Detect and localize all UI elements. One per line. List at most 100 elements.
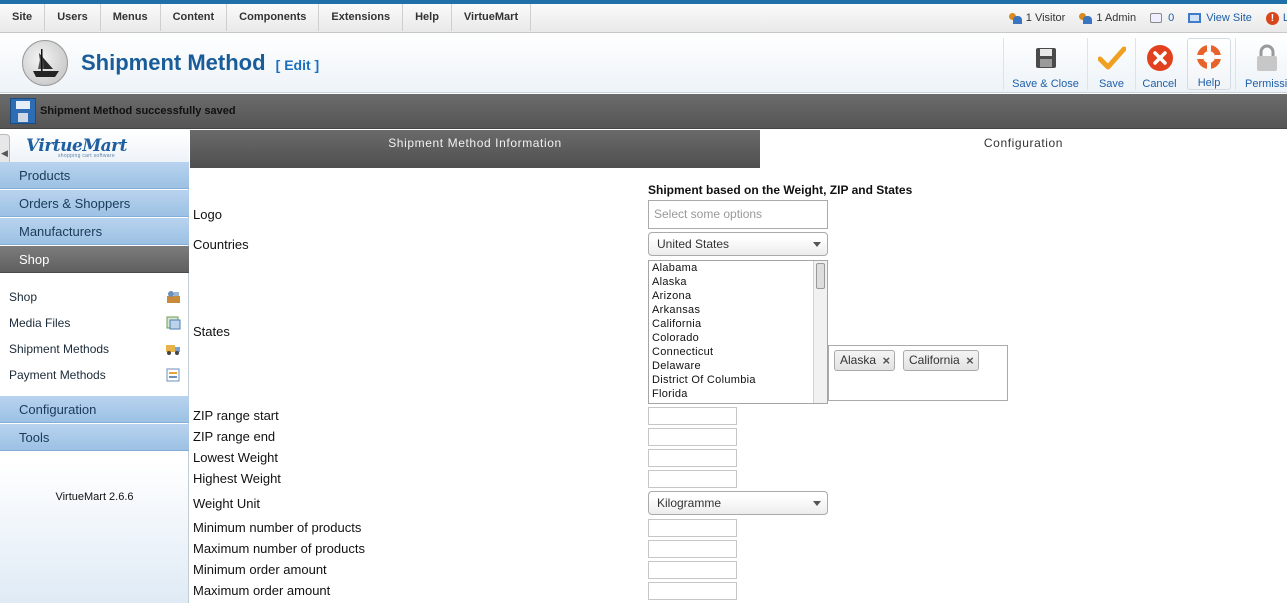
state-option[interactable]: Colorado: [649, 331, 827, 345]
zip-end-input[interactable]: [648, 428, 737, 446]
save-close-label: Save & Close: [1012, 78, 1079, 90]
min-amount-label: Minimum order amount: [193, 562, 327, 577]
admins-count: 1 Admin: [1096, 12, 1137, 24]
view-site-link[interactable]: View Site: [1188, 12, 1252, 24]
state-chip-california: California ×: [903, 350, 979, 371]
state-option[interactable]: California: [649, 317, 827, 331]
page-title-mode: [ Edit ]: [275, 57, 320, 73]
sidebar-item-label: Shop: [9, 290, 38, 304]
visitors-status: 1 Visitor: [1008, 12, 1065, 24]
weight-unit-label: Weight Unit: [193, 496, 260, 511]
help-label: Help: [1197, 77, 1221, 89]
state-option[interactable]: Alaska: [649, 275, 827, 289]
payment-icon: [166, 368, 180, 382]
weight-unit-selected-value: Kilogramme: [657, 496, 722, 510]
state-option[interactable]: District Of Columbia: [649, 373, 827, 387]
remove-chip-icon[interactable]: ×: [966, 351, 974, 370]
floppy-disk-icon: [1032, 44, 1060, 72]
save-close-button[interactable]: Save & Close: [1003, 38, 1087, 90]
max-products-input[interactable]: [648, 540, 737, 558]
lifebuoy-icon: [1195, 43, 1223, 71]
min-products-input[interactable]: [648, 519, 737, 537]
countries-label: Countries: [193, 237, 249, 252]
virtuemart-logo: VirtueMart shopping cart software: [0, 130, 189, 162]
virtuemart-sidebar: VirtueMart shopping cart software ◀ Prod…: [0, 130, 189, 603]
menu-site[interactable]: Site: [0, 4, 46, 31]
state-option[interactable]: Florida: [649, 387, 827, 401]
sidebar-section-configuration[interactable]: Configuration: [0, 396, 189, 423]
sidebar-section-tools[interactable]: Tools: [0, 424, 189, 451]
zip-end-label: ZIP range end: [193, 429, 276, 444]
lowest-weight-label: Lowest Weight: [193, 450, 279, 465]
virtuemart-version: VirtueMart 2.6.6: [55, 491, 134, 503]
cancel-button[interactable]: Cancel: [1135, 38, 1183, 90]
states-listbox[interactable]: Alabama Alaska Arizona Arkansas Californ…: [648, 260, 828, 404]
state-option[interactable]: Alabama: [649, 261, 827, 275]
sidebar-item-label: Media Files: [9, 316, 71, 330]
countries-select[interactable]: United States: [648, 232, 828, 256]
min-products-label: Minimum number of products: [193, 520, 362, 535]
logo-multiselect[interactable]: Select some options: [648, 200, 828, 229]
sidebar-item-shipment-methods[interactable]: Shipment Methods: [0, 336, 189, 362]
virtuemart-logo-tagline: shopping cart software: [58, 153, 115, 159]
menu-menus[interactable]: Menus: [101, 4, 161, 31]
logout-link[interactable]: ! L: [1265, 11, 1287, 25]
sidebar-item-label: Payment Methods: [9, 368, 106, 382]
tab-shipment-method-information[interactable]: Shipment Method Information: [190, 130, 760, 168]
state-chip-alaska: Alaska ×: [834, 350, 896, 371]
highest-weight-input[interactable]: [648, 470, 737, 488]
messages-count: 0: [1168, 12, 1175, 24]
permissions-label: Permissions: [1245, 78, 1287, 90]
sidebar-section-products[interactable]: Products: [0, 162, 189, 189]
states-scrollbar[interactable]: [813, 261, 827, 403]
truck-icon: [166, 345, 180, 355]
menu-extensions[interactable]: Extensions: [319, 4, 404, 31]
weight-unit-select[interactable]: Kilogramme: [648, 491, 828, 515]
sidebar-section-orders-shoppers[interactable]: Orders & Shoppers: [0, 190, 189, 217]
page-title: Shipment Method [ Edit ]: [81, 50, 319, 76]
state-option[interactable]: Connecticut: [649, 345, 827, 359]
states-scrollbar-thumb[interactable]: [816, 263, 825, 289]
save-label: Save: [1098, 78, 1125, 90]
system-message-bar: Shipment Method successfully saved: [0, 94, 1287, 129]
page-title-text: Shipment Method: [81, 50, 266, 75]
max-amount-label: Maximum order amount: [193, 583, 331, 598]
remove-chip-icon[interactable]: ×: [882, 351, 890, 370]
highest-weight-label: Highest Weight: [193, 471, 281, 486]
virtuemart-ship-icon: [22, 40, 68, 86]
sidebar-section-shop[interactable]: Shop: [0, 246, 189, 273]
save-button[interactable]: Save: [1087, 38, 1135, 90]
permissions-button[interactable]: Permissions: [1235, 38, 1287, 90]
sidebar-section-manufacturers[interactable]: Manufacturers: [0, 218, 189, 245]
section-title: Shipment based on the Weight, ZIP and St…: [648, 183, 913, 197]
messages-icon: [1150, 13, 1163, 23]
lowest-weight-input[interactable]: [648, 449, 737, 467]
logo-label: Logo: [193, 207, 222, 222]
menu-help[interactable]: Help: [403, 4, 452, 31]
tab-configuration[interactable]: Configuration: [760, 130, 1287, 156]
cancel-x-icon: [1146, 44, 1174, 72]
sidebar-item-payment-methods[interactable]: Payment Methods: [0, 362, 189, 388]
state-option[interactable]: Delaware: [649, 359, 827, 373]
state-option[interactable]: Arizona: [649, 289, 827, 303]
states-selected-box[interactable]: Alaska × California ×: [828, 345, 1008, 401]
top-menu: Site Users Menus Content Components Exte…: [0, 4, 532, 32]
max-amount-input[interactable]: [648, 582, 737, 600]
status-area: 1 Visitor 1 Admin 0 View Site ! L: [995, 4, 1287, 32]
state-chip-label: Alaska: [840, 353, 877, 367]
state-option[interactable]: Arkansas: [649, 303, 827, 317]
menu-users[interactable]: Users: [45, 4, 101, 31]
help-button[interactable]: Help: [1187, 38, 1231, 90]
users-icon: [1008, 12, 1022, 24]
messages-status[interactable]: 0: [1150, 12, 1174, 24]
sidebar-item-media-files[interactable]: Media Files: [0, 310, 189, 336]
system-message: Shipment Method successfully saved: [40, 105, 236, 117]
shipment-config-form: Shipment based on the Weight, ZIP and St…: [190, 168, 1287, 603]
zip-start-input[interactable]: [648, 407, 737, 425]
menu-components[interactable]: Components: [227, 4, 320, 31]
min-amount-input[interactable]: [648, 561, 737, 579]
sidebar-item-shop[interactable]: Shop: [0, 284, 189, 310]
menu-virtuemart[interactable]: VirtueMart: [452, 4, 532, 31]
menu-content[interactable]: Content: [161, 4, 228, 31]
chevron-down-icon: [813, 242, 821, 247]
